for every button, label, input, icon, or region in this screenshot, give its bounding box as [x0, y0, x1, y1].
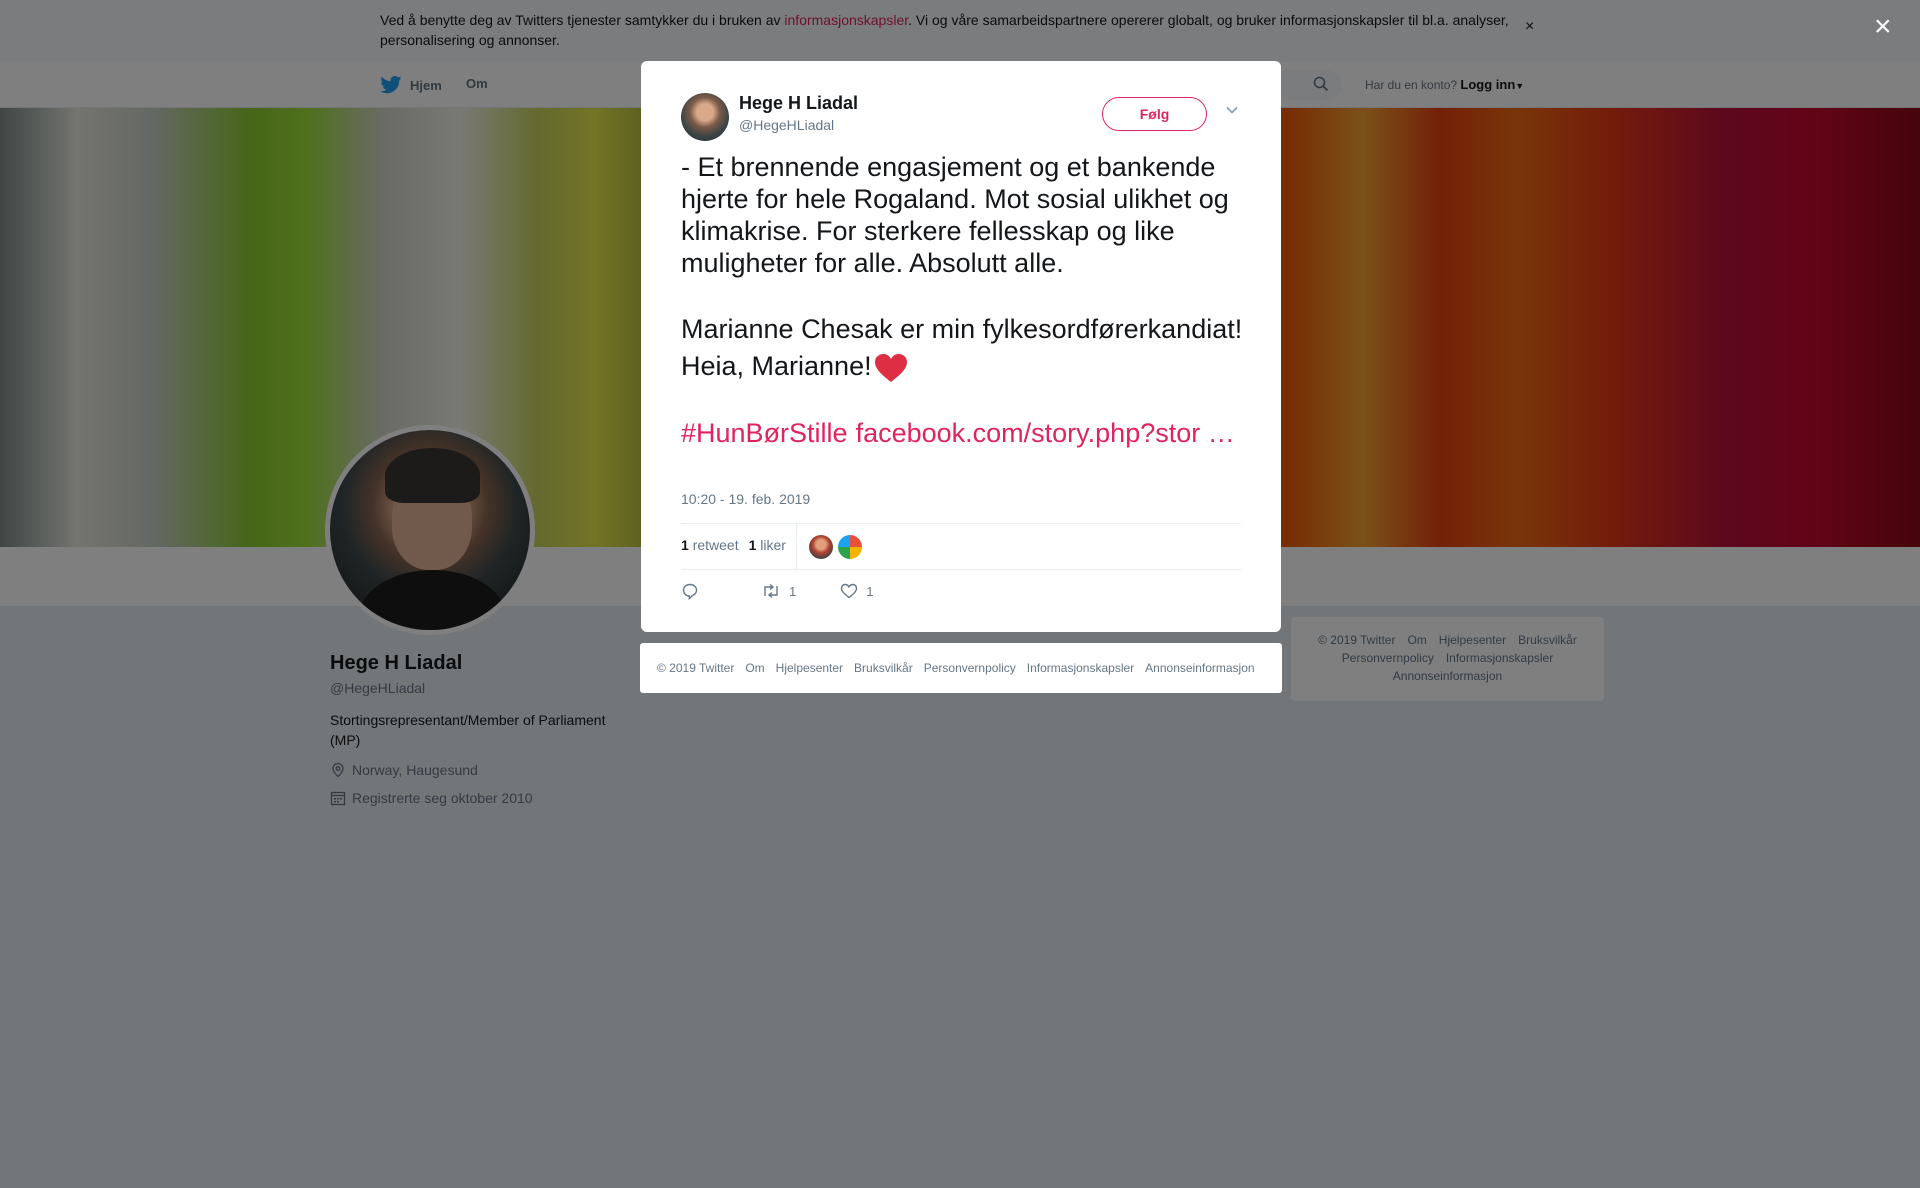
divider: [681, 523, 1241, 524]
follow-button[interactable]: Følg: [1102, 97, 1207, 131]
like-stat[interactable]: 1 liker: [749, 537, 786, 553]
tweet-timestamp[interactable]: 10:20 - 19. feb. 2019: [681, 491, 810, 507]
footer-link-ads[interactable]: Annonseinformasjon: [1145, 661, 1254, 675]
footer-link-about[interactable]: Om: [745, 661, 764, 675]
retweet-count: 1: [789, 583, 797, 599]
reply-icon: [682, 583, 698, 600]
tweet-text: - Et brennende engasjement og et bankend…: [681, 151, 1251, 449]
tweet-stats: 1 retweet 1 liker: [681, 537, 786, 553]
divider: [796, 524, 797, 569]
chevron-down-icon[interactable]: [1225, 105, 1239, 115]
heart-emoji-icon: [874, 353, 907, 382]
author-handle[interactable]: @HegeHLiadal: [739, 117, 834, 133]
hashtag-link[interactable]: #HunBørStille: [681, 418, 848, 448]
tweet-links: #HunBørStille facebook.com/story.php?stor…: [681, 417, 1251, 449]
modal-footer: © 2019 Twitter Om Hjelpesenter Bruksvilk…: [640, 643, 1282, 693]
divider: [681, 569, 1241, 570]
retweet-stat[interactable]: 1 retweet: [681, 537, 739, 553]
footer-link-help[interactable]: Hjelpesenter: [776, 661, 843, 675]
external-link[interactable]: facebook.com/story.php?stor …: [856, 418, 1235, 448]
footer-copyright: © 2019 Twitter: [657, 661, 735, 675]
footer-link-cookies[interactable]: Informasjonskapsler: [1027, 661, 1134, 675]
like-count: 1: [866, 583, 874, 599]
close-icon[interactable]: ×: [1874, 12, 1892, 42]
author-avatar[interactable]: [681, 93, 729, 141]
reply-button[interactable]: [681, 582, 699, 600]
author-name[interactable]: Hege H Liadal: [739, 93, 858, 114]
footer-link-terms[interactable]: Bruksvilkår: [854, 661, 913, 675]
tweet-paragraph: Marianne Chesak er min fylkesordførerkan…: [681, 314, 1243, 382]
liker-avatar[interactable]: [809, 535, 833, 559]
retweet-icon: [764, 583, 778, 599]
tweet-modal: Hege H Liadal @HegeHLiadal Følg - Et bre…: [641, 61, 1281, 632]
heart-icon: [841, 583, 858, 599]
liker-avatars: [809, 535, 862, 559]
liker-avatar[interactable]: [838, 535, 862, 559]
tweet-paragraph: - Et brennende engasjement og et bankend…: [681, 152, 1229, 278]
retweet-button[interactable]: 1: [761, 583, 796, 599]
like-button[interactable]: 1: [840, 583, 873, 599]
tweet-actions: 1 1: [681, 582, 873, 600]
footer-link-privacy[interactable]: Personvernpolicy: [924, 661, 1016, 675]
